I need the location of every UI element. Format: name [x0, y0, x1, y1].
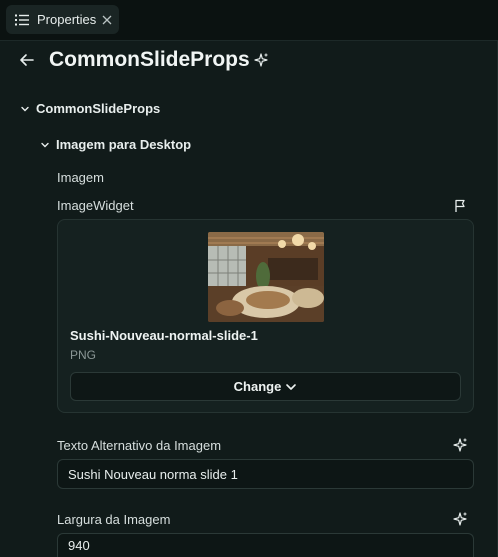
close-icon[interactable] [102, 15, 112, 25]
tree-item-desktop-image-label: Imagem para Desktop [56, 137, 192, 152]
arrow-left-icon[interactable] [18, 51, 36, 69]
change-image-button[interactable]: Change [70, 372, 461, 401]
tree-item-root[interactable]: CommonSlideProps [20, 101, 160, 116]
image-file-type: PNG [70, 348, 97, 362]
tab-title: Properties [37, 12, 97, 27]
alt-text-label: Texto Alternativo da Imagem [57, 438, 222, 453]
tree-item-root-label: CommonSlideProps [36, 101, 161, 116]
image-preview[interactable] [208, 232, 324, 322]
page-title: CommonSlideProps [49, 48, 250, 71]
image-file-name: Sushi-Nouveau-normal-slide-1 [70, 328, 258, 343]
change-button-label: Change [233, 379, 282, 394]
tab-bar: Properties [0, 0, 498, 41]
sparkle-icon[interactable] [452, 511, 468, 527]
image-width-label: Largura da Imagem [57, 512, 171, 527]
sparkle-icon[interactable] [253, 52, 269, 68]
tree-item-desktop-image[interactable]: Imagem para Desktop [40, 137, 191, 152]
chevron-down-icon [21, 106, 29, 111]
tab-properties[interactable]: Properties [6, 5, 119, 34]
flag-icon[interactable] [452, 198, 468, 214]
alt-text-input[interactable] [57, 459, 474, 489]
chevron-down-icon [41, 142, 49, 147]
sparkle-icon[interactable] [452, 437, 468, 453]
list-icon [15, 14, 29, 26]
image-widget-card: Sushi-Nouveau-normal-slide-1 PNG Change [57, 219, 474, 413]
chevron-down-icon [286, 383, 297, 390]
image-field-label: Imagem [57, 170, 104, 185]
image-width-input[interactable] [57, 533, 474, 557]
image-widget-label: ImageWidget [57, 198, 134, 213]
